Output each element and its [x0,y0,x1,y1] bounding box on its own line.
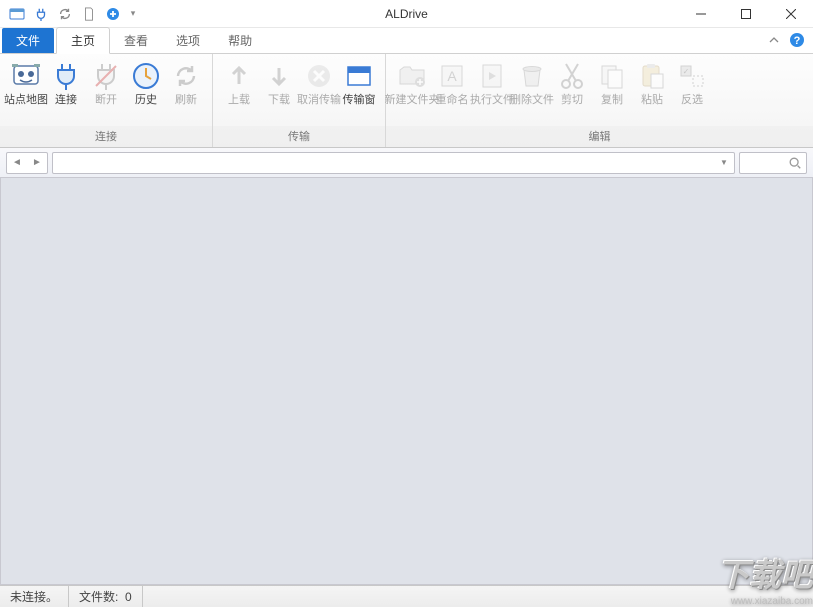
disconnect-icon [90,60,122,92]
history-button[interactable]: 历史 [126,58,166,126]
new-folder-button[interactable]: 新建文件夹 [392,58,432,126]
menu-bar: 文件 主页 查看 选项 帮助 ? [0,28,813,54]
group-edit-label: 编辑 [386,126,813,147]
tab-file[interactable]: 文件 [2,28,54,53]
group-transfer-label: 传输 [213,126,385,147]
add-icon[interactable] [104,5,122,23]
filecount-label: 文件数: [79,588,118,605]
tab-home[interactable]: 主页 [56,27,110,54]
download-label: 下载 [268,94,290,106]
address-bar[interactable]: ▼ [52,152,735,174]
window-controls [678,0,813,28]
transfer-window-label: 传输窗 [343,94,376,106]
copy-label: 复制 [601,94,623,106]
search-box[interactable] [739,152,807,174]
ribbon: 站点地图 连接 断开 历史 [0,54,813,148]
qat-app-icon[interactable] [8,5,26,23]
upload-label: 上载 [228,94,250,106]
svg-text:A: A [447,68,457,84]
status-connection: 未连接。 [0,586,69,607]
tab-help[interactable]: 帮助 [214,28,266,53]
help-icon[interactable]: ? [789,32,805,48]
clock-icon [130,60,162,92]
download-button[interactable]: 下载 [259,58,299,126]
document-icon[interactable] [80,5,98,23]
disconnect-label: 断开 [95,94,117,106]
refresh-icon[interactable] [56,5,74,23]
upload-icon [223,60,255,92]
close-button[interactable] [768,0,813,28]
cut-label: 剪切 [561,94,583,106]
refresh-button[interactable]: 刷新 [166,58,206,126]
rename-button[interactable]: A 重命名 [432,58,472,126]
invert-icon: ✓ [676,60,708,92]
svg-text:✓: ✓ [683,67,690,76]
window-title: ALDrive [385,7,428,21]
copy-icon [596,60,628,92]
maximize-button[interactable] [723,0,768,28]
cancel-icon [303,60,335,92]
window-icon [343,60,375,92]
cut-button[interactable]: 剪切 [552,58,592,126]
connect-icon [50,60,82,92]
history-label: 历史 [135,94,157,106]
filecount-value: 0 [125,590,132,604]
play-file-icon [476,60,508,92]
paste-label: 粘贴 [641,94,663,106]
back-button[interactable]: ◄ [7,153,27,173]
collapse-ribbon-icon[interactable] [767,33,781,47]
rename-icon: A [436,60,468,92]
ribbon-group-connect: 站点地图 连接 断开 历史 [0,54,213,147]
search-icon [788,156,802,170]
sitemap-icon [10,60,42,92]
connect-button[interactable]: 连接 [46,58,86,126]
paste-icon [636,60,668,92]
svg-text:?: ? [794,35,801,47]
upload-button[interactable]: 上载 [219,58,259,126]
tab-view[interactable]: 查看 [110,28,162,53]
copy-button[interactable]: 复制 [592,58,632,126]
plug-icon[interactable] [32,5,50,23]
status-bar: 未连接。 文件数: 0 [0,585,813,607]
invert-label: 反选 [681,94,703,106]
delete-button[interactable]: 删除文件 [512,58,552,126]
ribbon-group-edit: 新建文件夹 A 重命名 执行文件 删除文件 剪切 复制 [386,54,813,147]
refresh-label: 刷新 [175,94,197,106]
rename-label: 重命名 [436,94,469,106]
navigation-bar: ◄ ► ▼ [0,148,813,178]
cancel-transfer-button[interactable]: 取消传输 [299,58,339,126]
delete-label: 删除文件 [510,94,554,106]
connect-label: 连接 [55,94,77,106]
minimize-button[interactable] [678,0,723,28]
sitemap-label: 站点地图 [4,94,48,106]
paste-button[interactable]: 粘贴 [632,58,672,126]
sitemap-button[interactable]: 站点地图 [6,58,46,126]
status-filecount: 文件数: 0 [69,586,143,607]
scissors-icon [556,60,588,92]
ribbon-group-transfer: 上载 下载 取消传输 传输窗 传输 [213,54,386,147]
transfer-window-button[interactable]: 传输窗 [339,58,379,126]
qat-dropdown-icon[interactable]: ▾ [128,5,138,23]
refresh-big-icon [170,60,202,92]
execute-button[interactable]: 执行文件 [472,58,512,126]
invert-selection-button[interactable]: ✓ 反选 [672,58,712,126]
forward-button[interactable]: ► [27,153,47,173]
disconnect-button[interactable]: 断开 [86,58,126,126]
title-bar: ▾ ALDrive [0,0,813,28]
nav-arrows: ◄ ► [6,152,48,174]
trash-icon [516,60,548,92]
download-icon [263,60,295,92]
file-list-area[interactable] [0,178,813,585]
address-dropdown-icon[interactable]: ▼ [716,155,732,171]
cancel-transfer-label: 取消传输 [297,94,341,106]
group-connect-label: 连接 [0,126,212,147]
quick-access-toolbar: ▾ [0,5,138,23]
tab-options[interactable]: 选项 [162,28,214,53]
execute-label: 执行文件 [470,94,514,106]
folder-plus-icon [396,60,428,92]
